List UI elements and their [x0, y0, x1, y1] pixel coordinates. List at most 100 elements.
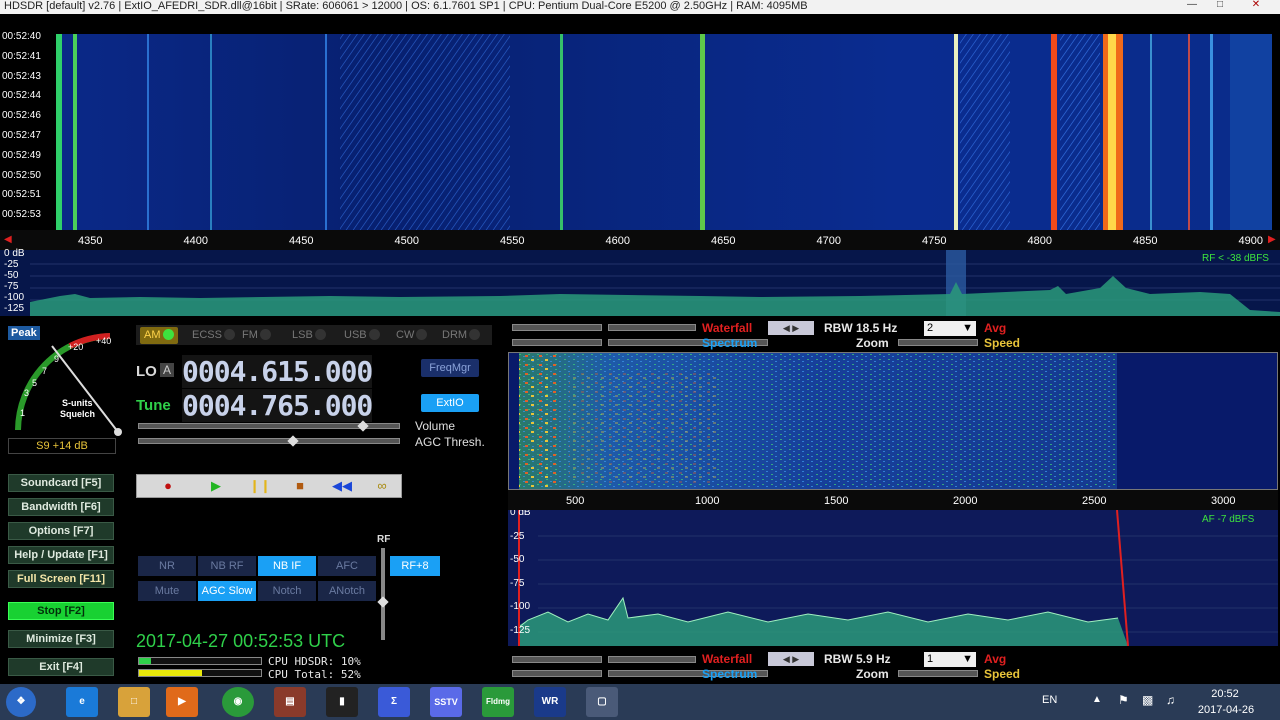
- agc-threshold-label: AGC Thresh.: [415, 435, 485, 449]
- rf-spectrum-ylabel: -125: [4, 303, 25, 314]
- options-button[interactable]: Options [F7]: [8, 522, 114, 540]
- wr-icon[interactable]: WR: [534, 687, 566, 717]
- sstv-icon[interactable]: SSTV: [430, 687, 462, 717]
- minimize-button[interactable]: Minimize [F3]: [8, 630, 114, 648]
- extio-button[interactable]: ExtIO: [421, 394, 479, 412]
- volume-slider[interactable]: [138, 420, 400, 432]
- mode-lsb[interactable]: LSB: [288, 327, 330, 344]
- tune-frequency[interactable]: 0004.765.000: [182, 389, 373, 422]
- stop-record-icon[interactable]: ■: [283, 477, 317, 495]
- hdsdr-icon[interactable]: ▮: [326, 687, 358, 717]
- nb-if-button[interactable]: NB IF: [258, 556, 316, 576]
- scroll-left-icon[interactable]: ◀: [4, 234, 12, 245]
- mode-drm[interactable]: DRM: [438, 327, 484, 344]
- radio-icon[interactable]: ▤: [274, 687, 306, 717]
- close-window-icon[interactable]: ✕: [1244, 0, 1268, 12]
- loop-icon[interactable]: ∞: [365, 477, 399, 495]
- cpu-hdsdr-text: CPU HDSDR: 10%: [268, 655, 361, 668]
- exit-button[interactable]: Exit [F4]: [8, 658, 114, 676]
- network-icon[interactable]: ▩: [1142, 693, 1153, 707]
- avg-select-bottom[interactable]: 1 ▼: [924, 652, 976, 667]
- agc-slow-button[interactable]: AGC Slow: [198, 581, 256, 601]
- rbw-stepper-top[interactable]: ◀ ▶: [768, 321, 814, 335]
- volume-label: Volume: [415, 419, 456, 433]
- mode-am[interactable]: AM: [140, 327, 178, 344]
- rf-axis-tick: 4800: [1027, 235, 1052, 247]
- mode-cw[interactable]: CW: [392, 327, 431, 344]
- audio-wf-slider-4[interactable]: [608, 656, 696, 663]
- stop-button[interactable]: Stop [F2]: [8, 602, 114, 620]
- agc-slider-knob[interactable]: [287, 435, 299, 447]
- tray-time[interactable]: 20:52: [1200, 688, 1250, 700]
- agc-threshold-slider[interactable]: [138, 435, 400, 447]
- freqmgr-button[interactable]: FreqMgr: [421, 359, 479, 377]
- zoom-slider-top[interactable]: [898, 339, 978, 346]
- audio-spec-slider-1[interactable]: [512, 339, 602, 346]
- play-icon[interactable]: ▶: [199, 477, 233, 495]
- rewind-icon[interactable]: ◀◀: [325, 477, 359, 495]
- fldigi-icon[interactable]: Fldmg: [482, 687, 514, 717]
- avg-select-top[interactable]: 2 ▼: [924, 321, 976, 336]
- lo-frequency[interactable]: 0004.615.000: [182, 355, 373, 388]
- maximize-window-icon[interactable]: □: [1208, 0, 1232, 12]
- sigma-icon[interactable]: Σ: [378, 687, 410, 717]
- action-center-flag-icon[interactable]: ⚑: [1118, 693, 1129, 707]
- volume-tray-icon[interactable]: ♫: [1166, 693, 1175, 707]
- cpu-total-bar: [138, 669, 262, 677]
- tray-date[interactable]: 2017-04-26: [1196, 704, 1256, 716]
- nr-button[interactable]: NR: [138, 556, 196, 576]
- rf-spectrum[interactable]: RF < -38 dBFS 0 dB -25 -50 -75 -100 -125: [0, 248, 1280, 316]
- help-update-button[interactable]: Help / Update [F1]: [8, 546, 114, 564]
- rf-gain-slider-knob[interactable]: [377, 596, 389, 608]
- language-indicator[interactable]: EN: [1042, 694, 1057, 706]
- s-scale-9: 9: [54, 354, 60, 364]
- explorer-icon[interactable]: □: [118, 687, 150, 717]
- peak-button[interactable]: Peak: [8, 326, 40, 340]
- rf-waterfall[interactable]: [0, 34, 1280, 230]
- bandwidth-button[interactable]: Bandwidth [F6]: [8, 498, 114, 516]
- s-scale-plus20: +20: [68, 342, 84, 352]
- nb-rf-button[interactable]: NB RF: [198, 556, 256, 576]
- s-scale-7: 7: [42, 366, 48, 376]
- audio-wf-slider-2[interactable]: [608, 324, 696, 331]
- audio-spectrum[interactable]: AF -7 dBFS 0 dB -25 -50 -75 -100 -125: [508, 510, 1278, 646]
- rf-spectrum-ylabel: 0 dB: [4, 248, 25, 259]
- volume-slider-knob[interactable]: [357, 420, 369, 432]
- mode-fm[interactable]: FM: [238, 327, 275, 344]
- minimize-window-icon[interactable]: —: [1180, 0, 1204, 12]
- mute-button[interactable]: Mute: [138, 581, 196, 601]
- scroll-right-icon[interactable]: ▶: [1268, 234, 1276, 245]
- rbw-stepper-bottom[interactable]: ◀ ▶: [768, 652, 814, 666]
- zoom-slider-bottom[interactable]: [898, 670, 978, 677]
- soundcard-button[interactable]: Soundcard [F5]: [8, 474, 114, 492]
- s-meter: Peak 1 3 5 7 9 +20 +40 S-units Squelch: [0, 318, 128, 458]
- full-screen-button[interactable]: Full Screen [F11]: [8, 570, 114, 588]
- record-icon[interactable]: ●: [151, 477, 185, 495]
- afc-button[interactable]: AFC: [318, 556, 376, 576]
- audio-frequency-axis[interactable]: 5001000150020002500300035004000450050005…: [508, 490, 1278, 510]
- tray-expand-icon[interactable]: ▲: [1092, 694, 1102, 705]
- audio-waterfall-label-bottom: Waterfall: [702, 652, 753, 666]
- audio-wf-slider-1[interactable]: [512, 324, 602, 331]
- ie-icon[interactable]: e: [66, 687, 98, 717]
- media-player-icon[interactable]: ▶: [166, 687, 198, 717]
- chrome-icon[interactable]: ◉: [222, 687, 254, 717]
- mode-ecss[interactable]: ECSS: [188, 327, 239, 344]
- rf-gain-slider[interactable]: [377, 548, 389, 640]
- pause-icon[interactable]: ❙❙: [243, 477, 277, 495]
- audio-axis-tick: 1500: [824, 495, 849, 507]
- notch-button[interactable]: Notch: [258, 581, 316, 601]
- mode-lsb-label: LSB: [292, 329, 313, 341]
- audio-waterfall[interactable]: [508, 352, 1278, 490]
- window-title: HDSDR [default] v2.76 | ExtIO_AFEDRI_SDR…: [4, 0, 808, 12]
- audio-axis-tick: 500: [566, 495, 585, 507]
- audio-spec-slider-3[interactable]: [512, 670, 602, 677]
- lo-a-button[interactable]: A: [160, 363, 175, 377]
- mode-usb[interactable]: USB: [340, 327, 384, 344]
- audio-wf-slider-3[interactable]: [512, 656, 602, 663]
- rf-gain-button[interactable]: RF+8: [390, 556, 440, 576]
- rf-frequency-axis[interactable]: ◀ ▶ 4350 4400 4450 4500 4550 4600 4650 4700 4750…: [0, 230, 1280, 250]
- anotch-button[interactable]: ANotch: [318, 581, 376, 601]
- window-icon[interactable]: ▢: [586, 687, 618, 717]
- start-orb-icon[interactable]: ❖: [6, 687, 36, 717]
